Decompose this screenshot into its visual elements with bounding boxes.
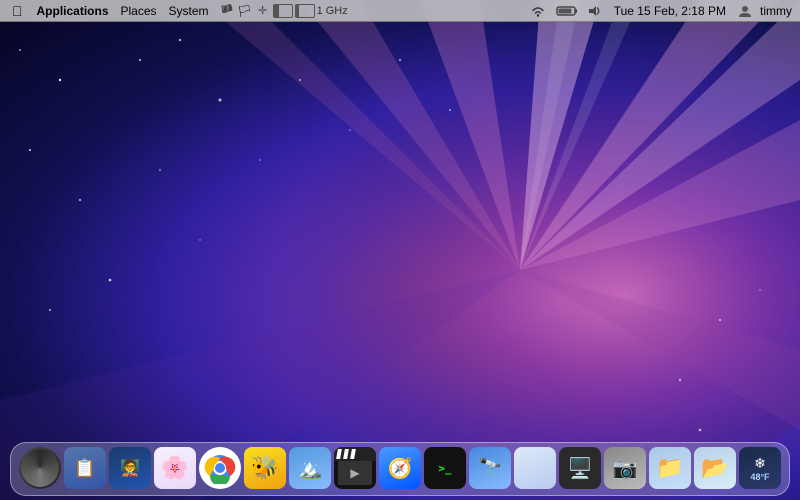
username-label[interactable]: timmy (760, 4, 792, 18)
menubar:  Applications Places System 🏴 🏳 ✛ (0, 0, 800, 22)
volume-icon[interactable] (586, 4, 604, 18)
desktop:  Applications Places System 🏴 🏳 ✛ (0, 0, 800, 500)
wifi-status-icon[interactable] (528, 5, 548, 17)
dock-item-presentation[interactable]: 🧑‍🏫 (109, 447, 151, 489)
menu-places[interactable]: Places (115, 0, 163, 22)
dock-item-chrome[interactable] (199, 447, 241, 489)
dock-item-weather[interactable]: ❄ 48°F (739, 447, 781, 489)
dock-item-hibiscus[interactable]: 🌸 (154, 447, 196, 489)
dock: 📋 🧑‍🏫 🌸 (10, 442, 790, 496)
menu-system[interactable]: System (163, 0, 215, 22)
menubar-left:  Applications Places System 🏴 🏳 ✛ (0, 0, 528, 22)
menu-applications[interactable]: Applications (31, 0, 115, 22)
battery-icon[interactable] (554, 5, 580, 17)
dock-item-finder[interactable]: 🔭 (469, 447, 511, 489)
cpu-speed-label: 1 GHz (317, 5, 348, 17)
cpu-meter[interactable]: 1 GHz (273, 4, 348, 18)
pointer-icon[interactable]: ✛ (255, 3, 271, 19)
dock-item-globe[interactable] (19, 447, 61, 489)
dock-item-bee[interactable]: 🐝 (244, 447, 286, 489)
clock[interactable]: Tue 15 Feb, 2:18 PM (610, 4, 730, 18)
dock-item-appgrid[interactable] (514, 447, 556, 489)
apple-menu[interactable]:  (4, 0, 31, 22)
flag-icon-2[interactable]: 🏳 (237, 3, 253, 19)
menubar-right: Tue 15 Feb, 2:18 PM timmy (528, 4, 800, 18)
dock-item-folder2[interactable]: 📂 (694, 447, 736, 489)
dock-item-clapper[interactable]: ▶ (334, 447, 376, 489)
dock-item-camera[interactable]: 📷 (604, 447, 646, 489)
dock-item-safari[interactable]: 🧭 (379, 447, 421, 489)
dock-item-terminal[interactable]: >_ (424, 447, 466, 489)
dock-item-files[interactable]: 📋 (64, 447, 106, 489)
flag-icon-1[interactable]: 🏴 (219, 3, 235, 19)
dock-item-folder1[interactable]: 📁 (649, 447, 691, 489)
dock-item-monitor[interactable]: 🖥️ (559, 447, 601, 489)
dock-item-photos[interactable]: 🏔️ (289, 447, 331, 489)
user-icon[interactable] (736, 4, 754, 18)
